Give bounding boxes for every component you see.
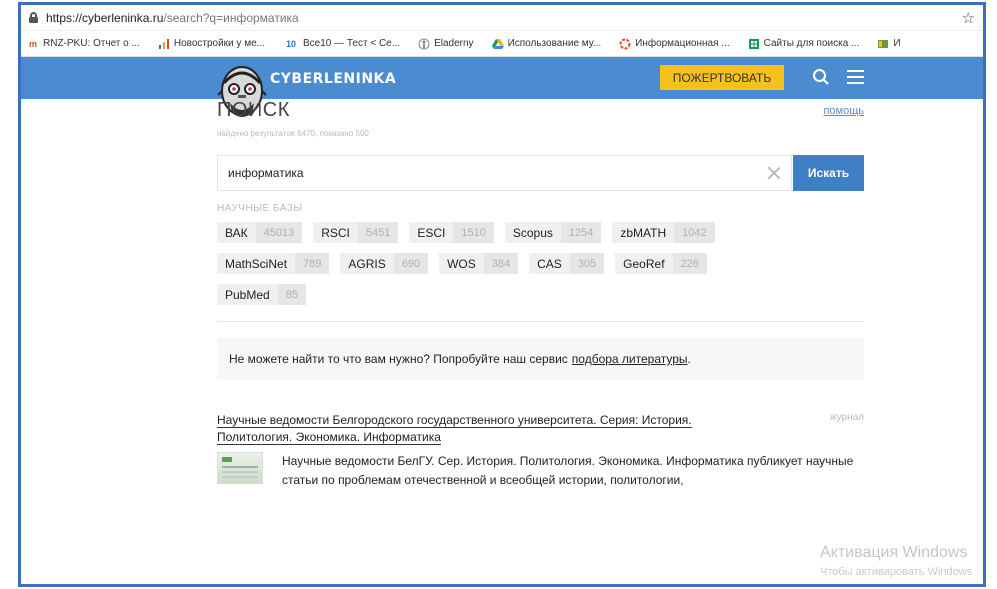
windows-activation-watermark: Активация Windows (820, 544, 968, 561)
db-name: Scopus (504, 222, 561, 243)
bookmark-label: RNZ-PKU: Отчет о ... (43, 38, 140, 49)
result-description: Научные ведомости БелГУ. Сер. История. П… (282, 454, 854, 487)
db-name: AGRIS (340, 253, 394, 274)
address-bar[interactable]: https://cyberleninka.ru/search?q=информа… (21, 5, 983, 31)
help-link[interactable]: помощь (823, 105, 864, 117)
literature-service-link[interactable]: подбора литературы (572, 352, 688, 366)
db-filter-chip[interactable]: Scopus 1254 (504, 222, 602, 243)
db-name: CAS (529, 253, 570, 274)
db-count: 226 (672, 253, 707, 274)
db-name: zbMATH (612, 222, 675, 243)
search-form: Искать (217, 155, 864, 191)
db-count: 1042 (674, 222, 715, 243)
lock-icon (29, 12, 38, 23)
db-name: ESCI (409, 222, 454, 243)
bookmark-item[interactable]: m RNZ-PKU: Отчет о ... (27, 38, 140, 50)
db-filter-chip[interactable]: CAS 305 (529, 253, 605, 274)
bookmark-item[interactable]: И (877, 38, 901, 50)
main-content: ПОИСК помощь найдено результатов 6470, п… (217, 31, 864, 490)
databases-list: ВАК 45013 RSCI 5451 ESCI 1510 Scopus 1254 zb… (217, 222, 777, 315)
result-title-link[interactable]: Научные ведомости Белгородского государс… (217, 412, 757, 446)
db-count: 789 (295, 253, 330, 274)
db-filter-chip[interactable]: AGRIS 690 (340, 253, 429, 274)
title-row: ПОИСК помощь (217, 99, 864, 129)
bookmark-star-icon[interactable]: ☆ (962, 9, 975, 27)
result-type: журнал (829, 412, 864, 423)
db-count: 690 (393, 253, 429, 274)
db-filter-chip[interactable]: WOS 384 (439, 253, 519, 274)
result-body: Научные ведомости БелГУ. Сер. История. П… (217, 452, 864, 490)
url-text[interactable]: https://cyberleninka.ru/search?q=информа… (46, 11, 299, 25)
result-title: Научные ведомости Белгородского государс… (217, 413, 692, 445)
db-name: RSCI (313, 222, 358, 243)
search-input[interactable] (228, 166, 768, 180)
divider (217, 321, 864, 322)
db-count: 45013 (255, 222, 303, 243)
search-button[interactable]: Искать (793, 155, 864, 191)
db-count: 1510 (453, 222, 494, 243)
journal-cover-thumbnail[interactable] (217, 452, 263, 484)
chart-icon (158, 38, 170, 50)
url-path: /search?q=информатика (163, 10, 299, 25)
found-count-text: найдено результатов 6470, показано 500 (217, 129, 369, 138)
search-box (217, 155, 792, 191)
databases-label: НАУЧНЫЕ БАЗЫ (217, 203, 303, 214)
url-host: https://cyberleninka.ru (46, 10, 164, 25)
suggestion-text: Не можете найти то что вам нужно? Попроб… (229, 352, 568, 366)
browser-window: https://cyberleninka.ru/search?q=информа… (18, 2, 986, 587)
search-result: Научные ведомости Белгородского государс… (217, 412, 864, 490)
db-filter-chip[interactable]: MathSciNet 789 (217, 253, 330, 274)
db-count: 305 (569, 253, 605, 274)
bookmark-label: И (893, 38, 901, 49)
literature-suggestion: Не можете найти то что вам нужно? Попроб… (217, 338, 864, 380)
db-name: ВАК (217, 222, 256, 243)
db-name: GeoRef (615, 253, 673, 274)
clear-search-icon[interactable] (767, 166, 781, 180)
suggestion-tail: . (687, 352, 691, 366)
db-name: MathSciNet (217, 253, 296, 274)
db-filter-chip[interactable]: PubMed 85 (217, 284, 306, 305)
rnz-icon: m (28, 38, 37, 49)
db-name: PubMed (217, 284, 278, 305)
db-count: 384 (483, 253, 519, 274)
db-filter-chip[interactable]: GeoRef 226 (615, 253, 707, 274)
db-count: 1254 (560, 222, 602, 243)
windows-activation-hint: Чтобы активировать Windows (820, 566, 973, 578)
db-filter-chip[interactable]: zbMATH 1042 (612, 222, 715, 243)
db-filter-chip[interactable]: ESCI 1510 (409, 222, 494, 243)
db-count: 5451 (357, 222, 399, 243)
db-name: WOS (439, 253, 484, 274)
db-filter-chip[interactable]: RSCI 5451 (313, 222, 399, 243)
page-title: ПОИСК (217, 99, 290, 121)
book-icon (877, 38, 889, 50)
db-count: 85 (277, 284, 306, 305)
db-filter-chip[interactable]: ВАК 45013 (217, 222, 303, 243)
